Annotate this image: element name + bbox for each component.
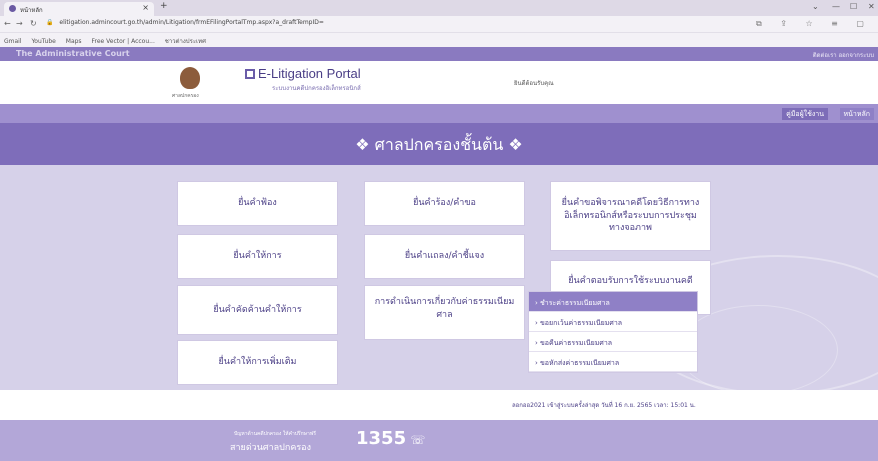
dropdown-item-fee-refund[interactable]: › ขอคืนค่าธรรมเนียมศาล — [529, 332, 697, 352]
bookmark-gmail[interactable]: Gmail — [4, 38, 22, 45]
court-name: The Administrative Court — [16, 49, 130, 58]
manual-link[interactable]: คู่มือผู้ใช้งาน — [782, 108, 828, 120]
favicon-icon — [9, 5, 16, 12]
dropdown-item-pay-fee[interactable]: › ชำระค่าธรรมเนียมศาล — [529, 292, 697, 312]
minimize-icon[interactable]: ⌄ — [812, 2, 819, 11]
hotline-number-text: 1355 — [356, 428, 407, 449]
title-band: ❖ ศาลปกครองชั้นต้น ❖ — [0, 123, 878, 165]
file-statement-card[interactable]: ยื่นคำแถลง/คำชี้แจง — [364, 234, 525, 279]
welcome-text: ยินดีต้อนรับคุณ — [514, 80, 554, 87]
browser-tab[interactable]: หน้าหลัก × — [4, 2, 154, 16]
footer-small-text: ปัญหาด้านคดีปกครอง ให้คำปรึกษาฟรี — [234, 431, 316, 437]
address-bar[interactable]: 🔒 elitigation.admincourt.go.th/admin/Lit… — [46, 19, 324, 26]
emblem-caption: ศาลปกครอง — [172, 93, 199, 99]
menu-area: ยื่นคำฟ้อง ยื่นคำให้การ ยื่นคำคัดค้านคำใ… — [0, 165, 878, 390]
court-fee-dropdown: › ชำระค่าธรรมเนียมศาล › ขอยกเว้นค่าธรรมเ… — [528, 291, 698, 373]
dropdown-item-fee-deduction[interactable]: › ขอหักส่งค่าธรรมเนียมศาล — [529, 352, 697, 372]
site-header: ศาลปกครอง E-Litigation Portal ระบบงานคดี… — [0, 61, 878, 104]
page-title: ❖ ศาลปกครองชั้นต้น ❖ — [355, 135, 523, 154]
last-login-text: ลอกออ2021 เข้าสู่ระบบครั้งล่าสุด วันที่ … — [512, 402, 696, 409]
bookmark-youtube[interactable]: YouTube — [31, 38, 55, 45]
court-emblem-icon — [180, 67, 200, 89]
browser-toolbar-icons[interactable]: ⧉ ⇪ ☆ ≡ ▢ — [756, 19, 872, 29]
file-petition-card[interactable]: ยื่นคำร้อง/คำขอ — [364, 181, 525, 226]
close-tab-icon[interactable]: × — [142, 3, 149, 12]
reload-icon[interactable]: ↻ — [30, 19, 37, 28]
decorative-swirl — [678, 305, 838, 390]
last-login-bar: ลอกออ2021 เข้าสู่ระบบครั้งล่าสุด วันที่ … — [0, 390, 878, 420]
portal-subtitle: ระบบงานคดีปกครองอิเล็กทรอนิกส์ — [272, 85, 361, 92]
browser-tab-bar: หน้าหลัก × + ⌄ — ☐ ✕ — [0, 0, 878, 16]
maximize-icon[interactable]: ☐ — [850, 2, 857, 11]
phone-icon: ☏ — [406, 433, 426, 447]
minimize-window-icon[interactable]: — — [832, 2, 840, 11]
dropdown-item-fee-exemption[interactable]: › ขอยกเว้นค่าธรรมเนียมศาล — [529, 312, 697, 332]
bookmark-other[interactable]: ชาวต่างประเทศ — [165, 38, 206, 45]
hotline-number: 1355 ☏ — [356, 428, 425, 449]
court-bar-links[interactable]: ติดต่อเรา ออกจากระบบ — [813, 50, 874, 60]
file-additional-answer-card[interactable]: ยื่นคำให้การเพิ่มเติม — [177, 340, 338, 385]
bookmarks-bar: Gmail YouTube Maps Free Vector | Accou..… — [0, 33, 878, 47]
court-bar: The Administrative Court ติดต่อเรา ออกจา… — [0, 47, 878, 61]
forward-icon[interactable]: → — [16, 19, 23, 28]
home-link[interactable]: หน้าหลัก — [839, 108, 874, 120]
file-objection-card[interactable]: ยื่นคำคัดค้านคำให้การ — [177, 285, 338, 335]
main-nav: คู่มือผู้ใช้งาน หน้าหลัก — [0, 104, 878, 123]
lock-icon: 🔒 — [46, 19, 54, 26]
bookmark-freevector[interactable]: Free Vector | Accou... — [91, 38, 154, 45]
electronic-hearing-card[interactable]: ยื่นคำขอพิจารณาคดีโดยวิธีการทางอิเล็กทรอ… — [550, 181, 711, 251]
bookmark-maps[interactable]: Maps — [66, 38, 82, 45]
file-complaint-card[interactable]: ยื่นคำฟ้อง — [177, 181, 338, 226]
browser-navbar: ← → ↻ 🔒 elitigation.admincourt.go.th/adm… — [0, 16, 878, 33]
tab-title: หน้าหลัก — [20, 7, 43, 14]
court-fee-card[interactable]: การดำเนินการเกี่ยวกับค่าธรรมเนียมศาล — [364, 285, 525, 340]
portal-title: E-Litigation Portal — [258, 66, 361, 81]
close-window-icon[interactable]: ✕ — [868, 2, 875, 11]
portal-logo-icon — [245, 69, 255, 79]
hotline-label: สายด่วนศาลปกครอง — [230, 443, 311, 453]
file-answer-card[interactable]: ยื่นคำให้การ — [177, 234, 338, 279]
back-icon[interactable]: ← — [4, 19, 11, 28]
new-tab-button[interactable]: + — [160, 1, 168, 11]
site-footer: ปัญหาด้านคดีปกครอง ให้คำปรึกษาฟรี สายด่ว… — [0, 420, 878, 461]
url-text: elitigation.admincourt.go.th/admin/Litig… — [59, 19, 324, 26]
